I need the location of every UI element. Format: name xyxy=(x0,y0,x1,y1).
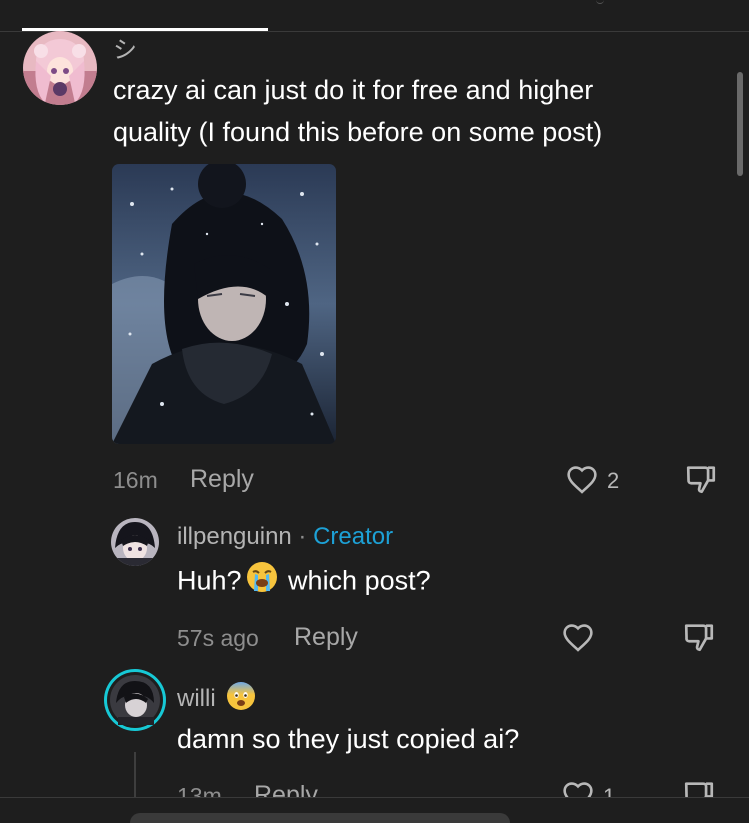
reply-thread-line xyxy=(134,752,136,802)
scrollbar[interactable] xyxy=(737,72,743,176)
heart-outline-icon[interactable] xyxy=(565,464,599,499)
thumbs-down-outline-icon[interactable] xyxy=(683,462,719,501)
comment-timestamp: 57s ago xyxy=(177,625,259,651)
comment-timestamp: 16m xyxy=(113,467,158,493)
comment-text-line-1: crazy ai can just do it for free and hig… xyxy=(113,75,594,105)
comment-text-line-2: quality (I found this before on some pos… xyxy=(113,117,603,147)
comment-username[interactable]: シ xyxy=(113,30,137,65)
creator-badge: Creator xyxy=(313,523,394,550)
comment-text: Huh? which post? xyxy=(177,561,431,604)
comment-text-end: which post? xyxy=(280,565,431,596)
avatar[interactable] xyxy=(111,518,159,566)
comment-image[interactable] xyxy=(112,164,336,444)
comment-username-line: illpenguinn · Creator xyxy=(177,523,393,551)
comment-text: damn so they just copied ai? xyxy=(177,724,520,754)
comment-username[interactable]: illpenguinn xyxy=(177,523,292,550)
fearful-face-icon xyxy=(226,681,256,718)
comment-text-start: Huh? xyxy=(177,565,242,596)
separator-dot: · xyxy=(291,523,314,550)
anime-avatar-image xyxy=(111,518,159,566)
top-edge-mark xyxy=(596,0,604,4)
avatar-image xyxy=(110,675,160,725)
loudly-crying-face-icon xyxy=(246,561,278,604)
heart-outline-icon[interactable] xyxy=(561,622,595,657)
comment-input-field[interactable] xyxy=(130,813,510,823)
avatar[interactable] xyxy=(23,31,97,105)
anime-avatar-image xyxy=(23,31,97,105)
comment-username[interactable]: willi xyxy=(177,685,216,712)
anime-art-image xyxy=(112,164,336,444)
story-ring-avatar[interactable] xyxy=(104,669,166,731)
thumbs-down-outline-icon[interactable] xyxy=(681,620,717,659)
comment-username-line: willi xyxy=(177,681,256,718)
reply-button[interactable]: Reply xyxy=(190,465,254,494)
like-count: 2 xyxy=(607,468,620,493)
reply-button[interactable]: Reply xyxy=(294,623,358,652)
